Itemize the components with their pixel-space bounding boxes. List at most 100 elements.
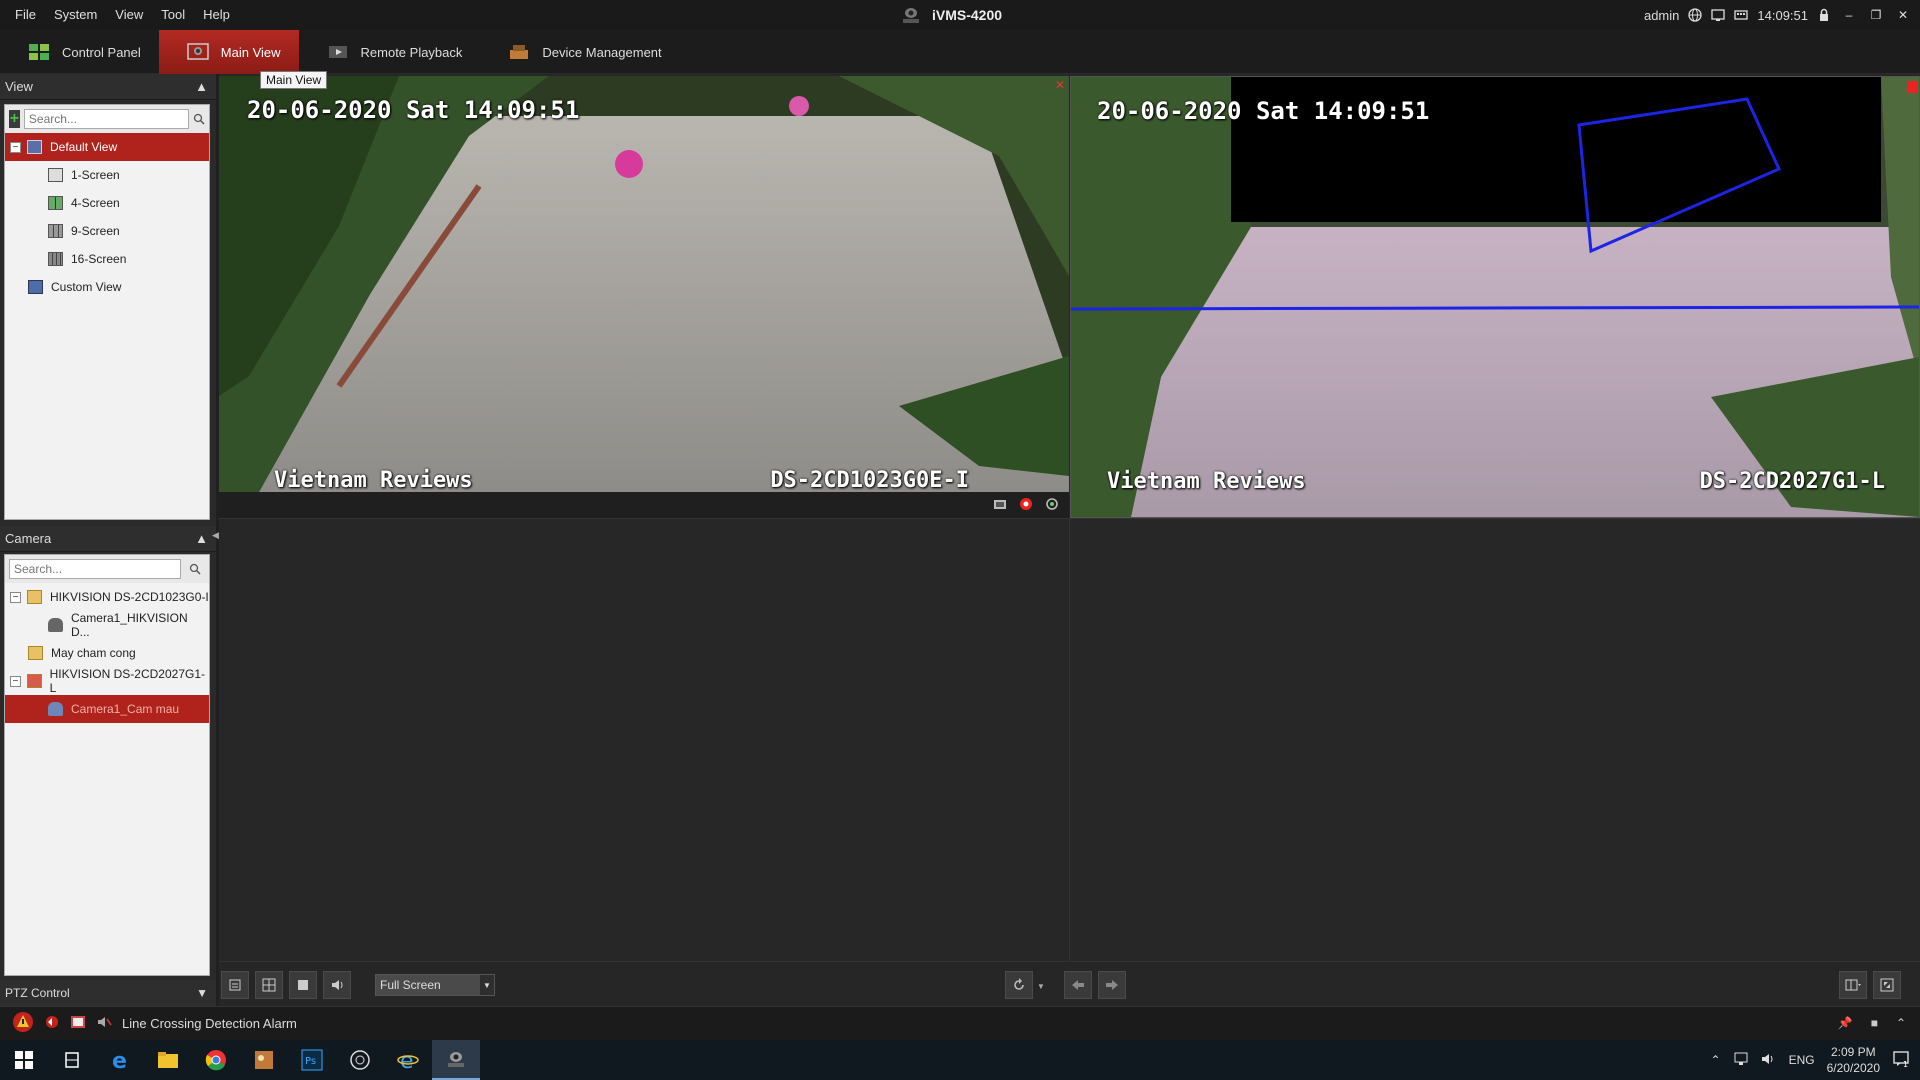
camera-search-input[interactable]	[9, 559, 181, 579]
menu-system[interactable]: System	[45, 0, 106, 30]
refresh-video-icon[interactable]	[1045, 497, 1059, 514]
maximize-panel-icon[interactable]: ■	[1871, 1016, 1878, 1030]
ivms-app-icon[interactable]	[432, 1040, 480, 1080]
keyboard-icon[interactable]	[1734, 8, 1749, 22]
next-page-button[interactable]	[1098, 971, 1126, 999]
pin-icon[interactable]: 📌	[1838, 1016, 1853, 1030]
collapse-icon[interactable]: −	[10, 675, 21, 687]
file-explorer-icon[interactable]	[144, 1040, 192, 1080]
tab-control-panel[interactable]: Control Panel	[0, 30, 159, 74]
tray-expand-icon[interactable]: ⌃	[1711, 1053, 1721, 1067]
camera-1-label-right: DS-2CD1023G0E-I	[770, 468, 969, 493]
alarm-text[interactable]: Line Crossing Detection Alarm	[122, 1016, 297, 1031]
refresh-button[interactable]	[1005, 971, 1033, 999]
edge-browser-icon[interactable]: e	[96, 1040, 144, 1080]
view-item-label: Custom View	[51, 280, 122, 294]
tab-remote-playback[interactable]: Remote Playback	[299, 30, 481, 74]
minimize-button[interactable]: –	[1840, 8, 1858, 22]
screen-mode-select[interactable]: Full Screen ▼	[375, 974, 495, 996]
view-search-input[interactable]	[23, 109, 189, 129]
camera-1-feed	[219, 76, 1069, 492]
menu-view[interactable]: View	[106, 0, 152, 30]
fullscreen-button[interactable]	[1873, 971, 1901, 999]
device-item-1[interactable]: − HIKVISION DS-2CD1023G0-I	[5, 583, 209, 611]
globe-icon[interactable]	[1688, 8, 1703, 22]
capture-icon[interactable]	[993, 497, 1007, 514]
camera-label: Camera1_HIKVISION D...	[70, 611, 188, 639]
view-item-1-screen[interactable]: 1-Screen	[5, 161, 209, 189]
monitor-icon[interactable]	[1711, 8, 1726, 22]
view-panel-header[interactable]: View ▲	[0, 74, 216, 100]
svg-text:e: e	[400, 1049, 414, 1071]
view-item-custom[interactable]: Custom View	[5, 273, 209, 301]
menu-file[interactable]: File	[6, 0, 45, 30]
lock-icon[interactable]	[1817, 8, 1831, 22]
ptz-control-header[interactable]: PTZ Control ▼	[0, 980, 216, 1006]
window-division-button[interactable]	[255, 971, 283, 999]
camera-app-icon[interactable]	[336, 1040, 384, 1080]
chevron-down-icon[interactable]: ▼	[480, 975, 494, 995]
device-item-2[interactable]: May cham cong	[5, 639, 209, 667]
chrome-icon[interactable]	[192, 1040, 240, 1080]
record-icon[interactable]	[1019, 497, 1033, 514]
chevron-down-icon[interactable]: ▼	[1037, 982, 1045, 991]
search-icon[interactable]	[193, 109, 205, 129]
camera-panel-header[interactable]: Camera ▲	[0, 526, 216, 552]
alarm-sound-icon[interactable]	[44, 1014, 60, 1033]
view-item-9-screen[interactable]: 9-Screen	[5, 217, 209, 245]
tab-device-management[interactable]: Device Management	[480, 30, 679, 74]
layout-menu-button[interactable]	[1839, 971, 1867, 999]
view-item-16-screen[interactable]: 16-Screen	[5, 245, 209, 273]
internet-explorer-icon[interactable]: e	[384, 1040, 432, 1080]
save-view-button[interactable]	[221, 971, 249, 999]
alarm-image-icon[interactable]	[70, 1014, 86, 1033]
add-view-icon[interactable]: +	[9, 110, 20, 128]
video-window-1[interactable]: 20-06-2020 Sat 14:09:51 Vietnam Reviews …	[219, 76, 1069, 493]
close-video-icon[interactable]: ✕	[1055, 78, 1065, 92]
expand-up-icon[interactable]: ⌃	[1896, 1016, 1906, 1030]
tab-main-view[interactable]: Main View	[158, 30, 299, 74]
chevron-down-icon[interactable]: ▼	[196, 986, 208, 1000]
task-view-icon[interactable]	[48, 1040, 96, 1080]
restore-button[interactable]: ❐	[1867, 8, 1885, 22]
network-icon[interactable]	[1733, 1052, 1749, 1069]
previous-page-button[interactable]	[1064, 971, 1092, 999]
paint-app-icon[interactable]	[240, 1040, 288, 1080]
camera-item-2[interactable]: Camera1_Cam mau	[5, 695, 209, 723]
alarm-warning-icon[interactable]	[12, 1011, 34, 1036]
device-item-3[interactable]: − HIKVISION DS-2CD2027G1-L	[5, 667, 209, 695]
panel-splitter-icon[interactable]: ◀	[212, 530, 219, 541]
language-indicator[interactable]: ENG	[1789, 1053, 1815, 1067]
video-window-2[interactable]: 20-06-2020 Sat 14:09:51 Vietnam Reviews …	[1070, 76, 1920, 518]
collapse-up-icon[interactable]: ▲	[195, 531, 208, 546]
svg-text:Ps: Ps	[305, 1056, 316, 1067]
device-label: May cham cong	[51, 646, 136, 660]
camera-2-timestamp: 20-06-2020 Sat 14:09:51	[1097, 97, 1430, 125]
username[interactable]: admin	[1644, 8, 1679, 23]
notification-icon[interactable]: 1	[1892, 1050, 1910, 1071]
view-item-4-screen[interactable]: 4-Screen	[5, 189, 209, 217]
collapse-icon[interactable]: −	[10, 141, 21, 153]
view-item-label: 4-Screen	[71, 196, 120, 210]
collapse-icon[interactable]: −	[10, 591, 21, 603]
volume-icon[interactable]	[323, 971, 351, 999]
camera-item-1[interactable]: Camera1_HIKVISION D...	[5, 611, 209, 639]
photoshop-icon[interactable]: Ps	[288, 1040, 336, 1080]
view-item-default[interactable]: − Default View	[5, 133, 209, 161]
menu-help[interactable]: Help	[194, 0, 239, 30]
windows-start-icon[interactable]	[0, 1040, 48, 1080]
collapse-up-icon[interactable]: ▲	[195, 79, 208, 94]
view-panel-title: View	[5, 79, 33, 94]
four-screen-icon	[48, 196, 63, 210]
camera-tree-box: − HIKVISION DS-2CD1023G0-I Camera1_HIKVI…	[4, 554, 210, 976]
volume-tray-icon[interactable]	[1761, 1052, 1777, 1069]
close-button[interactable]: ✕	[1894, 8, 1912, 22]
folder-icon	[27, 590, 42, 604]
view-item-label: 16-Screen	[71, 252, 127, 266]
menu-tool[interactable]: Tool	[152, 0, 194, 30]
alarm-speaker-icon[interactable]	[96, 1014, 112, 1033]
taskbar-clock[interactable]: 2:09 PM 6/20/2020	[1827, 1044, 1880, 1076]
search-icon[interactable]	[185, 559, 205, 579]
main-view-toolbar: Full Screen ▼ ▼	[219, 961, 1920, 1006]
stop-all-button[interactable]	[289, 971, 317, 999]
